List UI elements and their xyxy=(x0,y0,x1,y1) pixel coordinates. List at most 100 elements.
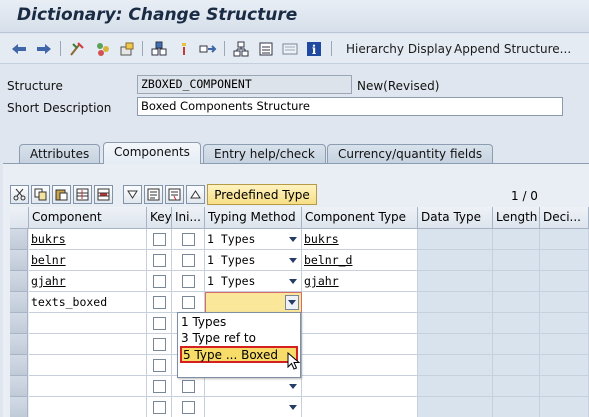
chevron-down-icon[interactable] xyxy=(289,237,297,242)
component-type-cell[interactable]: gjahr xyxy=(302,271,418,292)
hierarchy-display-button[interactable]: Hierarchy Display xyxy=(346,42,452,56)
paste-button[interactable] xyxy=(52,185,71,204)
component-cell[interactable] xyxy=(29,376,147,397)
back-arrow-icon[interactable] xyxy=(10,40,28,57)
key-checkbox[interactable] xyxy=(153,233,166,246)
sort-button[interactable] xyxy=(123,185,142,204)
initial-checkbox[interactable] xyxy=(182,401,195,414)
key-checkbox[interactable] xyxy=(153,296,166,309)
col-key[interactable]: Key xyxy=(147,207,172,229)
key-checkbox[interactable] xyxy=(153,380,166,393)
typing-method-select[interactable] xyxy=(205,397,302,417)
tab-components[interactable]: Components xyxy=(103,142,201,164)
col-component-type[interactable]: Component Type xyxy=(302,207,418,229)
initial-checkbox[interactable] xyxy=(182,254,195,267)
typing-method-value: 1 Types xyxy=(207,253,256,267)
col-decimals[interactable]: Deci... xyxy=(540,207,589,229)
tab-attributes[interactable]: Attributes xyxy=(19,144,101,163)
row-selector[interactable] xyxy=(10,397,28,417)
col-data-type[interactable]: Data Type xyxy=(418,207,493,229)
choose-button[interactable] xyxy=(165,185,184,204)
component-type-cell[interactable] xyxy=(302,292,418,313)
component-type-cell[interactable]: bukrs xyxy=(302,229,418,250)
col-initial[interactable]: Ini... xyxy=(172,207,205,229)
chevron-down-icon[interactable] xyxy=(288,300,296,305)
component-type-cell[interactable] xyxy=(302,334,418,355)
typing-method-select[interactable]: 1 Types xyxy=(205,271,302,292)
component-cell[interactable] xyxy=(29,355,147,376)
display-object-list-icon[interactable] xyxy=(281,40,299,57)
display-change-icon[interactable] xyxy=(94,40,112,57)
row-selector[interactable] xyxy=(10,271,28,292)
component-cell[interactable]: bukrs xyxy=(29,229,147,250)
activate-icon[interactable] xyxy=(118,40,136,57)
copy-button[interactable] xyxy=(31,185,50,204)
typing-method-select[interactable]: 1 Types xyxy=(205,250,302,271)
other-object-icon[interactable] xyxy=(68,40,86,57)
chevron-down-icon[interactable] xyxy=(289,279,297,284)
initial-checkbox[interactable] xyxy=(182,275,195,288)
component-cell[interactable] xyxy=(29,313,147,334)
row-selector[interactable] xyxy=(10,313,28,334)
initial-checkbox[interactable] xyxy=(182,233,195,246)
component-cell[interactable] xyxy=(29,397,147,417)
component-type-cell[interactable]: belnr_d xyxy=(302,250,418,271)
key-checkbox[interactable] xyxy=(153,401,166,414)
forward-arrow-icon[interactable] xyxy=(35,40,53,57)
row-selector[interactable] xyxy=(10,334,28,355)
list-icon[interactable] xyxy=(257,40,275,57)
key-checkbox[interactable] xyxy=(153,317,166,330)
predefined-type-button[interactable]: Predefined Type xyxy=(207,184,317,205)
cut-button[interactable] xyxy=(10,185,29,204)
component-type-cell[interactable] xyxy=(302,355,418,376)
tab-currency-quantity-fields[interactable]: Currency/quantity fields xyxy=(327,144,494,163)
component-cell[interactable]: texts_boxed xyxy=(29,292,147,313)
component-type-cell[interactable] xyxy=(302,376,418,397)
hierarchy-icon[interactable] xyxy=(232,40,250,57)
length-cell xyxy=(493,376,540,397)
row-selector[interactable] xyxy=(10,376,28,397)
col-length[interactable]: Length xyxy=(493,207,540,229)
key-checkbox[interactable] xyxy=(153,275,166,288)
delete-row-button[interactable] xyxy=(94,185,113,204)
initial-checkbox[interactable] xyxy=(182,380,195,393)
dropdown-option-type-ref-to[interactable]: 3 Type ref to xyxy=(181,331,256,347)
append-structure-button[interactable]: Append Structure... xyxy=(454,42,571,56)
component-cell[interactable]: gjahr xyxy=(29,271,147,292)
length-cell xyxy=(493,250,540,271)
where-used-icon[interactable] xyxy=(150,40,168,57)
component-type-cell[interactable] xyxy=(302,313,418,334)
select-all-header[interactable] xyxy=(10,207,29,229)
row-selector[interactable] xyxy=(10,292,28,313)
length-cell xyxy=(493,292,540,313)
chevron-down-icon[interactable] xyxy=(289,405,297,410)
typing-method-select[interactable] xyxy=(205,376,302,397)
object-list-icon[interactable] xyxy=(175,40,193,57)
dropdown-option-types[interactable]: 1 Types xyxy=(181,315,226,331)
chevron-down-icon[interactable] xyxy=(289,384,297,389)
short-description-input[interactable]: Boxed Components Structure xyxy=(137,97,563,116)
row-selector[interactable] xyxy=(10,229,28,250)
typing-method-value: 1 Types xyxy=(207,232,256,246)
key-checkbox[interactable] xyxy=(153,338,166,351)
row-selector[interactable] xyxy=(10,355,28,376)
initial-checkbox[interactable] xyxy=(182,296,195,309)
scroll-up-button[interactable] xyxy=(186,185,205,204)
insert-row-button[interactable] xyxy=(73,185,92,204)
navigation-window-icon[interactable] xyxy=(199,40,217,57)
col-typing-method[interactable]: Typing Method xyxy=(205,207,302,229)
component-cell[interactable] xyxy=(29,334,147,355)
dropdown-option-type-boxed[interactable]: 5 Type ... Boxed xyxy=(180,346,298,363)
row-selector[interactable] xyxy=(10,250,28,271)
component-cell[interactable]: belnr xyxy=(29,250,147,271)
info-icon[interactable]: i xyxy=(305,40,323,57)
key-checkbox[interactable] xyxy=(153,254,166,267)
component-type-cell[interactable] xyxy=(302,397,418,417)
details-button[interactable] xyxy=(144,185,163,204)
col-component[interactable]: Component xyxy=(29,207,147,229)
chevron-down-icon[interactable] xyxy=(289,258,297,263)
toolbar-separator xyxy=(142,41,143,56)
tab-entry-help-check[interactable]: Entry help/check xyxy=(203,144,326,163)
typing-method-select[interactable]: 1 Types xyxy=(205,229,302,250)
key-checkbox[interactable] xyxy=(153,359,166,372)
